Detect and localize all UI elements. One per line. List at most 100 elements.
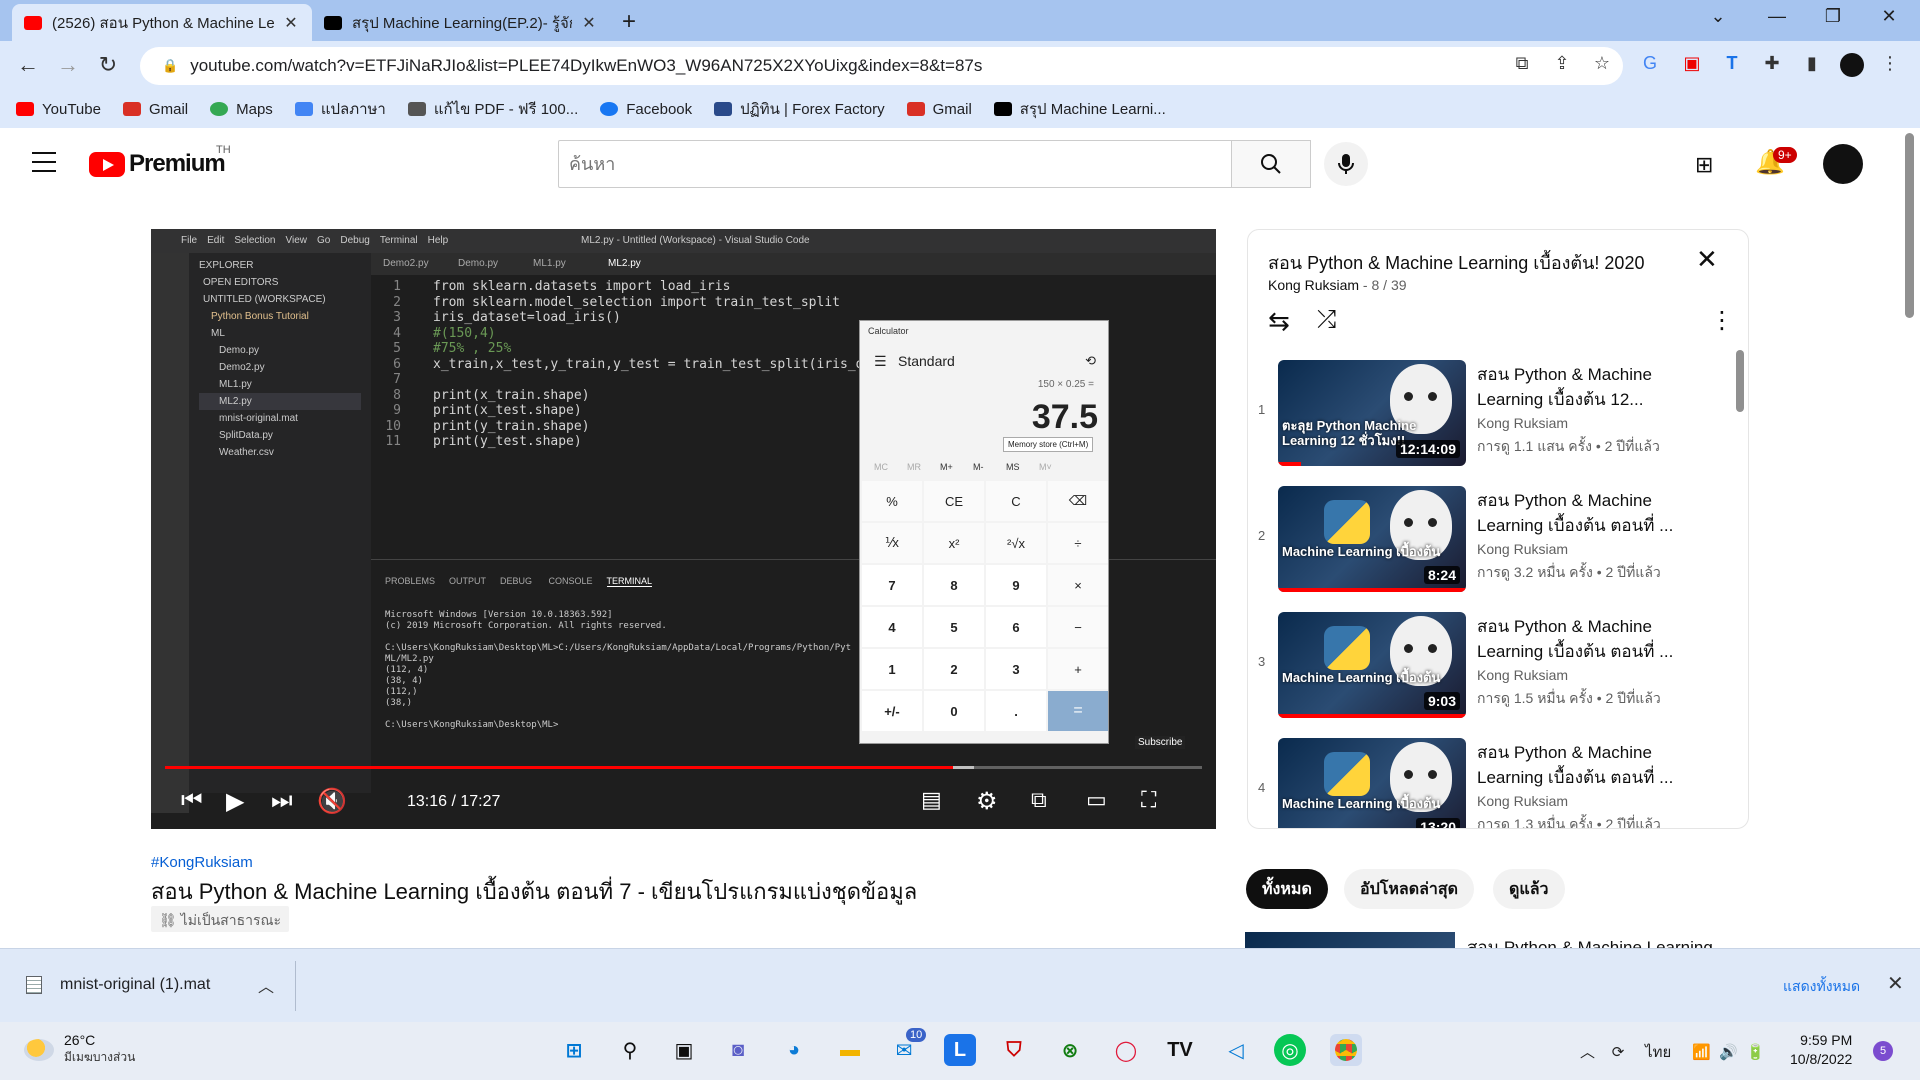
search-icon[interactable]: ⚲ <box>614 1034 646 1066</box>
bookmark-maps[interactable]: Maps <box>210 101 273 118</box>
voice-search-button[interactable] <box>1324 142 1368 186</box>
maximize-button[interactable]: ❐ <box>1818 6 1848 27</box>
task-view-icon[interactable]: ▣ <box>668 1034 700 1066</box>
close-window-button[interactable]: ✕ <box>1874 6 1904 27</box>
chevron-up-icon[interactable]: ︿ <box>258 973 274 997</box>
bookmark-forex[interactable]: ปฏิทิน | Forex Factory <box>714 97 885 121</box>
video-thumbnail[interactable]: ตะลุย Python Machine Learning 12 ชั่วโมง… <box>1278 360 1466 466</box>
weather-widget[interactable]: 26°C มีเมฆบางส่วน <box>24 1032 135 1067</box>
settings-gear-icon[interactable]: ⚙ <box>976 787 998 816</box>
playlist-item[interactable]: 3 Machine Learning เบื้องต้น 9:03 สอน Pytho… <box>1248 604 1738 730</box>
playlist-item-channel[interactable]: Kong Ruksiam <box>1477 667 1568 683</box>
page-scrollbar-thumb[interactable] <box>1905 133 1914 318</box>
chip-all[interactable]: ทั้งหมด <box>1246 869 1328 909</box>
close-tab-icon[interactable]: ✕ <box>580 13 598 33</box>
chrome-icon[interactable] <box>1330 1034 1362 1066</box>
teams-chat-icon[interactable]: ◙ <box>722 1034 754 1066</box>
playlist-item-title[interactable]: สอน Python & Machine Learning เบื้องต้น … <box>1477 614 1707 664</box>
playlist-scrollbar[interactable] <box>1736 350 1744 412</box>
playlist-item-channel[interactable]: Kong Ruksiam <box>1477 541 1568 557</box>
video-progress-bar[interactable] <box>165 766 1202 769</box>
playlist-item-channel[interactable]: Kong Ruksiam <box>1477 793 1568 809</box>
account-avatar[interactable] <box>1823 144 1863 184</box>
tab-search-icon[interactable]: ⌄ <box>1703 6 1733 27</box>
bookmark-star-icon[interactable]: ☆ <box>1590 53 1614 77</box>
video-thumbnail[interactable]: Machine Learning เบื้องต้น 8:24 <box>1278 486 1466 592</box>
youtube-premium-logo[interactable]: Premium TH <box>89 144 231 178</box>
sync-icon[interactable]: ⟳ <box>1612 1044 1625 1061</box>
system-clock[interactable]: 9:59 PM 10/8/2022 <box>1790 1031 1852 1069</box>
loop-icon[interactable]: ⇆ <box>1268 306 1290 337</box>
bookmark-translate[interactable]: แปลภาษา <box>294 97 386 121</box>
chip-watched[interactable]: ดูแล้ว <box>1493 869 1565 909</box>
more-options-icon[interactable]: ⋮ <box>1710 306 1734 335</box>
video-player[interactable]: File Edit Selection View Go Debug Terminal Help… <box>151 229 1216 829</box>
back-icon[interactable]: ← <box>14 52 42 78</box>
play-icon[interactable]: ▶ <box>226 787 244 816</box>
download-item[interactable]: mnist-original (1).mat <box>26 976 210 994</box>
create-video-icon[interactable]: ⊞ <box>1695 152 1713 178</box>
video-hashtag[interactable]: #KongRuksiam <box>151 854 253 871</box>
previous-icon[interactable]: ⏮ <box>181 787 203 815</box>
side-panel-icon[interactable]: ▮ <box>1800 53 1824 77</box>
chip-recent-uploads[interactable]: อัปโหลดล่าสุด <box>1344 869 1475 909</box>
playlist-item-title[interactable]: สอน Python & Machine Learning เบื้องต้น … <box>1477 362 1707 412</box>
fullscreen-icon[interactable]: ⛶ <box>1141 787 1156 813</box>
next-icon[interactable]: ⏭ <box>271 787 293 815</box>
battery-icon[interactable]: 🔋 <box>1746 1044 1765 1061</box>
playlist-item[interactable]: 4 Machine Learning เบื้องต้น 13:20 สอน Pyth… <box>1248 730 1738 828</box>
playlist-item-channel[interactable]: Kong Ruksiam <box>1477 415 1568 431</box>
bookmark-gmail-2[interactable]: Gmail <box>906 101 972 118</box>
playlist-item[interactable]: 1 ตะลุย Python Machine Learning 12 ชั่วโม… <box>1248 352 1738 478</box>
theater-mode-icon[interactable]: ▭ <box>1086 787 1107 813</box>
windows-start-icon[interactable]: ⊞ <box>558 1034 590 1066</box>
playlist-channel[interactable]: Kong Ruksiam <box>1268 277 1359 293</box>
volume-icon[interactable]: 🔊 <box>1719 1044 1738 1061</box>
playlist-item-title[interactable]: สอน Python & Machine Learning เบื้องต้น … <box>1477 740 1707 790</box>
shuffle-icon[interactable]: ⤮ <box>1317 306 1336 334</box>
chevron-up-icon[interactable]: ︿ <box>1580 1044 1595 1061</box>
tab-medium[interactable]: สรุป Machine Learning(EP.2)- รู้จัก ✕ <box>312 4 610 41</box>
profile-avatar[interactable] <box>1840 53 1864 77</box>
opera-icon[interactable]: ◯ <box>1110 1034 1142 1066</box>
open-in-app-icon[interactable]: ⧉ <box>1510 53 1534 77</box>
language-indicator[interactable]: ไทย <box>1645 1044 1671 1061</box>
bookmark-medium[interactable]: สรุป Machine Learni... <box>993 97 1166 121</box>
miniplayer-icon[interactable]: ⧉ <box>1031 787 1047 813</box>
extensions-puzzle-icon[interactable]: ✚ <box>1760 53 1784 77</box>
translate-extension-icon[interactable]: G <box>1638 53 1662 77</box>
video-thumbnail[interactable]: Machine Learning เบื้องต้น 13:20 <box>1278 738 1466 828</box>
bookmark-facebook[interactable]: Facebook <box>600 101 692 118</box>
file-explorer-icon[interactable]: ▬ <box>834 1034 866 1066</box>
playlist-item-title[interactable]: สอน Python & Machine Learning เบื้องต้น … <box>1477 488 1707 538</box>
minimize-button[interactable]: — <box>1762 6 1792 27</box>
tab-youtube[interactable]: (2526) สอน Python & Machine Le ✕ <box>12 4 312 41</box>
chrome-menu-icon[interactable]: ⋮ <box>1878 53 1902 77</box>
forward-icon[interactable]: → <box>54 52 82 78</box>
show-all-downloads-link[interactable]: แสดงทั้งหมด <box>1783 976 1860 998</box>
search-button[interactable] <box>1231 140 1311 188</box>
subtitles-icon[interactable]: ▤ <box>921 787 942 813</box>
address-bar[interactable]: 🔒 youtube.com/watch?v=ETFJiNaRJIo&list=P… <box>140 47 1623 85</box>
video-thumbnail[interactable]: Machine Learning เบื้องต้น 9:03 <box>1278 612 1466 718</box>
tradingview-icon[interactable]: TV <box>1164 1034 1196 1066</box>
mcafee-icon[interactable]: ⛉ <box>998 1034 1030 1066</box>
line-L-icon[interactable]: L <box>944 1034 976 1066</box>
bookmark-gmail[interactable]: Gmail <box>122 101 188 118</box>
line-app-icon[interactable]: ◎ <box>1274 1034 1306 1066</box>
playlist-title[interactable]: สอน Python & Machine Learning เบื้องต้น!… <box>1268 248 1644 277</box>
new-tab-button[interactable]: + <box>622 8 636 36</box>
close-tab-icon[interactable]: ✕ <box>282 13 300 33</box>
recorder-extension-icon[interactable]: ▣ <box>1680 53 1704 77</box>
xbox-icon[interactable]: ⊗ <box>1054 1034 1086 1066</box>
share-icon[interactable]: ⇪ <box>1550 53 1574 77</box>
hamburger-menu-icon[interactable] <box>32 152 56 172</box>
playlist-item[interactable]: 2 Machine Learning เบื้องต้น 8:24 สอน Pytho… <box>1248 478 1738 604</box>
muted-volume-icon[interactable]: 🔇 <box>317 787 347 816</box>
text-extension-icon[interactable]: T <box>1720 53 1744 77</box>
close-icon[interactable]: ✕ <box>1887 971 1904 996</box>
reload-icon[interactable]: ↻ <box>94 52 122 78</box>
wifi-icon[interactable]: 📶 <box>1692 1044 1711 1061</box>
bookmark-pdf[interactable]: แก้ไข PDF - ฟรี 100... <box>407 97 578 121</box>
search-input[interactable] <box>558 140 1233 188</box>
